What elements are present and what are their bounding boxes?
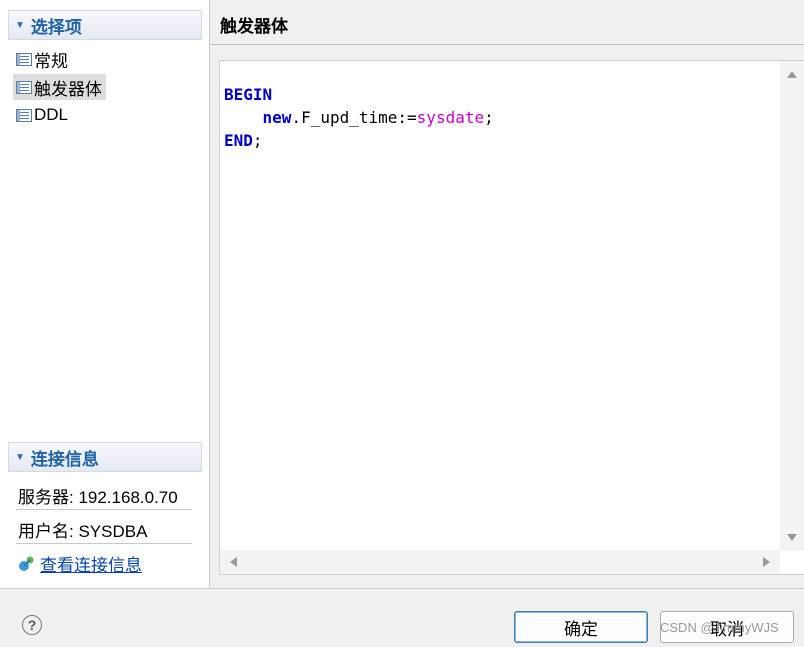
code-keyword: END <box>224 131 253 150</box>
collapse-arrow-icon[interactable]: ▼ <box>15 20 25 31</box>
nav-item-trigger-body[interactable]: 触发器体 <box>13 74 106 100</box>
code-keyword: BEGIN <box>224 85 273 104</box>
connection-section-header[interactable]: ▼ 连接信息 <box>8 442 202 472</box>
scroll-right-icon[interactable] <box>763 557 770 567</box>
page-title: 触发器体 <box>220 17 288 36</box>
table-icon <box>16 80 32 94</box>
nav-item-general[interactable]: 常规 <box>13 46 72 72</box>
table-icon <box>16 52 32 66</box>
options-panel: ▼ 选择项 常规 触发器体 DDL ▼ 连接信息 服务器: 192.168.0.… <box>0 0 210 588</box>
connection-info-icon <box>18 556 34 572</box>
view-connection-link[interactable]: 查看连接信息 <box>40 551 142 576</box>
nav-item-label: 触发器体 <box>34 79 102 99</box>
nav-item-label: DDL <box>34 105 69 124</box>
view-connection-row[interactable]: 查看连接信息 <box>18 551 142 576</box>
table-icon <box>16 108 32 122</box>
watermark: CSDN @JimmyWJS <box>660 620 779 635</box>
code-punct: ; <box>252 131 263 150</box>
vertical-scrollbar[interactable] <box>780 61 804 551</box>
divider <box>16 509 192 510</box>
help-icon[interactable]: ? <box>22 615 42 635</box>
nav-item-label: 常规 <box>34 51 68 71</box>
code-keyword: new <box>262 108 292 127</box>
scroll-up-icon[interactable] <box>787 71 797 78</box>
code-function: sysdate <box>416 108 485 127</box>
server-info: 服务器: 192.168.0.70 <box>18 488 178 507</box>
code-editor[interactable]: BEGIN new.F_upd_time:=sysdate; END; <box>219 60 804 575</box>
options-section-header[interactable]: ▼ 选择项 <box>8 10 202 40</box>
code-identifier: .F_upd_time:= <box>291 108 417 127</box>
connection-section-title: 连接信息 <box>30 449 99 469</box>
scroll-left-icon[interactable] <box>230 557 237 567</box>
scroll-down-icon[interactable] <box>787 534 797 541</box>
code-text[interactable]: BEGIN new.F_upd_time:=sysdate; END; <box>224 83 494 152</box>
divider <box>16 543 192 544</box>
divider <box>0 588 804 589</box>
code-punct: ; <box>484 108 494 127</box>
user-info: 用户名: SYSDBA <box>18 522 148 541</box>
ok-button[interactable]: 确定 <box>514 611 648 643</box>
options-section-title: 选择项 <box>30 17 82 37</box>
divider <box>211 44 804 45</box>
nav-item-ddl[interactable]: DDL <box>13 102 72 128</box>
collapse-arrow-icon[interactable]: ▼ <box>15 452 25 463</box>
horizontal-scrollbar[interactable] <box>220 550 780 574</box>
